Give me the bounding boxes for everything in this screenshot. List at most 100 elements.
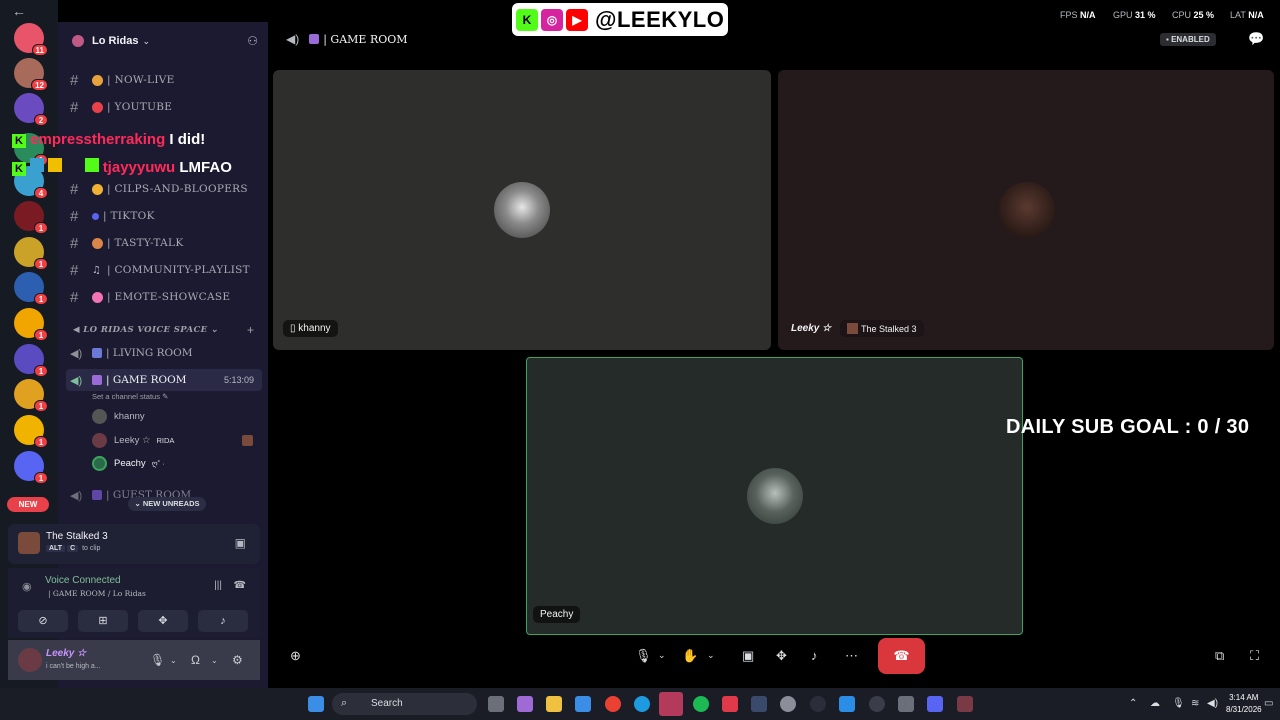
file-explorer-icon[interactable] [546, 696, 562, 712]
user-avatar[interactable] [18, 648, 42, 672]
screen-share-icon[interactable]: ▣ [235, 536, 246, 550]
channel-tiktok[interactable]: # | TIKTOK [70, 206, 155, 226]
soundboard-icon[interactable]: ♪ [811, 648, 818, 663]
microphone-icon[interactable]: 🎙 [635, 648, 652, 664]
task-view-icon[interactable] [488, 696, 504, 712]
edge-icon[interactable] [634, 696, 650, 712]
voice-connected-label[interactable]: Voice Connected [45, 575, 121, 586]
server-icon[interactable]: 1 [14, 308, 48, 341]
soundboard-button[interactable]: ♪ [198, 610, 248, 632]
server-icon[interactable]: 1 [14, 272, 48, 305]
channel-label: | EMOTE-SHOWCASE [107, 291, 231, 303]
taskbar-search[interactable]: ⌕ Search [332, 693, 477, 715]
steam-icon[interactable] [751, 696, 767, 712]
store-icon[interactable] [575, 696, 591, 712]
chevron-down-icon[interactable]: ⌄ [658, 650, 666, 661]
server-icon[interactable]: 1 [14, 415, 48, 448]
channel-emoji [92, 375, 102, 385]
disconnect-icon[interactable]: ☎ [234, 580, 246, 591]
activities-icon[interactable]: ✥ [776, 648, 787, 664]
server-icon[interactable]: 1 [14, 379, 48, 412]
channel-community-playlist[interactable]: # ♫ | COMMUNITY-PLAYLIST [70, 260, 250, 280]
server-icon[interactable]: 12 [14, 58, 48, 91]
channel-now-live[interactable]: # | NOW-LIVE [70, 70, 175, 90]
voice-channel-living-room[interactable]: ◀) | LIVING ROOM [66, 342, 262, 364]
server-icon[interactable]: 1 [14, 237, 48, 270]
participant-tile[interactable]: ▯ khanny [273, 70, 771, 350]
new-unreads-pill[interactable]: ⌄ NEW UNREADS [128, 497, 206, 511]
app-icon[interactable] [957, 696, 973, 712]
more-options-icon[interactable]: ⋯ [845, 648, 858, 664]
voice-member[interactable]: khanny [92, 407, 145, 425]
server-icon[interactable]: 1 [14, 451, 48, 484]
camera-off-button[interactable]: ⊘ [18, 610, 68, 632]
start-icon[interactable] [308, 696, 324, 712]
chrome-icon[interactable] [605, 696, 621, 712]
participant-tile-speaking[interactable]: Peachy [526, 357, 1023, 635]
chevron-down-icon[interactable]: ⌄ [211, 656, 218, 665]
call-timer: 5:13:09 [223, 375, 254, 385]
app-icon[interactable] [810, 696, 826, 712]
add-channel-icon[interactable]: + [247, 323, 254, 337]
leave-call-button[interactable]: ☎ [878, 638, 925, 674]
back-arrow-icon[interactable]: ← [12, 3, 26, 19]
server-icon[interactable]: 1 [14, 344, 48, 377]
settings-icon[interactable] [780, 696, 796, 712]
chevron-down-icon[interactable]: ⌄ [170, 656, 177, 665]
voice-channel-name: | GAME ROOM / Lo Ridas [48, 589, 146, 598]
app-icon[interactable] [839, 696, 855, 712]
spotify-icon[interactable] [693, 696, 709, 712]
server-icon[interactable]: 2 [14, 93, 48, 126]
set-channel-status[interactable]: Set a channel status ✎ [92, 392, 168, 401]
gear-icon[interactable]: ⚙ [232, 653, 243, 667]
voice-member[interactable]: Leeky ☆ RIDA [92, 431, 253, 449]
app-icon[interactable] [722, 696, 738, 712]
stat-value: N/A [1248, 10, 1264, 20]
wifi-icon[interactable]: ≋ [1191, 698, 1199, 709]
app-icon[interactable] [898, 696, 914, 712]
user-name[interactable]: Leeky ☆ [46, 648, 86, 659]
voice-channel-path[interactable]: | GAME ROOM / Lo Ridas [48, 589, 146, 598]
notification-icon[interactable]: ▭ [1264, 698, 1273, 709]
activities-button[interactable]: ✥ [138, 610, 188, 632]
copilot-icon[interactable] [517, 696, 533, 712]
enabled-badge[interactable]: ▪ ENABLED [1160, 33, 1216, 46]
fullscreen-icon[interactable]: ⛶ [1250, 648, 1259, 664]
server-icon[interactable]: 1 [14, 201, 48, 234]
pop-out-icon[interactable]: ⧉ [1215, 648, 1224, 664]
channel-tasty-talk[interactable]: # | TASTY-TALK [70, 233, 183, 253]
headphones-icon[interactable]: Ω [191, 653, 200, 667]
clock[interactable]: 3:14 AM 8/31/2026 [1226, 692, 1262, 716]
channel-emote-showcase[interactable]: # | EMOTE-SHOWCASE [70, 287, 230, 307]
active-app-icon[interactable] [659, 692, 683, 716]
new-servers-pill[interactable]: NEW [7, 497, 49, 512]
discord-icon[interactable] [927, 696, 943, 712]
activity-name: The Stalked 3 [861, 324, 917, 334]
signal-icon[interactable]: ◉ [22, 580, 32, 593]
voice-channel-game-room[interactable]: ◀) | GAME ROOM 5:13:09 [66, 369, 262, 391]
channel-youtube[interactable]: # | YOUTUBE [70, 97, 172, 117]
volume-icon[interactable]: ◀) [1207, 698, 1218, 709]
app-icon[interactable] [869, 696, 885, 712]
microphone-icon[interactable]: 🎙 [150, 653, 165, 667]
voice-member[interactable]: Peachy ღ˚ · [92, 454, 165, 472]
add-person-icon[interactable]: ⊕ [290, 648, 301, 664]
camera-off-icon[interactable]: ✋ [682, 648, 698, 664]
chevron-down-icon[interactable]: ⌄ [707, 650, 715, 661]
server-icon[interactable]: 11 [14, 23, 48, 56]
unread-badge: 2 [34, 114, 48, 126]
enabled-label: ENABLED [1171, 35, 1210, 44]
noise-suppression-icon[interactable]: ||| [214, 580, 222, 591]
share-screen-icon[interactable]: ▣ [742, 648, 754, 664]
network-icon[interactable]: ☁ [1150, 698, 1160, 709]
chevron-up-icon[interactable]: ⌃ [1129, 698, 1137, 709]
category-voice-space[interactable]: ◀ LO RIDAS VOICE SPACE ⌄ [73, 325, 218, 335]
chat-bubble-icon[interactable]: 💬 [1248, 31, 1264, 47]
server-header[interactable]: Lo Ridas ⌄ ⚇ [58, 22, 268, 60]
share-screen-button[interactable]: ⊞ [78, 610, 128, 632]
member-name: khanny [114, 410, 145, 422]
channel-clips[interactable]: # | CILPS-AND-BLOOPERS [70, 179, 248, 199]
mic-tray-icon[interactable]: 🎙 [1172, 698, 1185, 709]
invite-icon[interactable]: ⚇ [247, 34, 258, 48]
participant-tile[interactable]: Leeky ☆ The Stalked 3 [778, 70, 1274, 350]
